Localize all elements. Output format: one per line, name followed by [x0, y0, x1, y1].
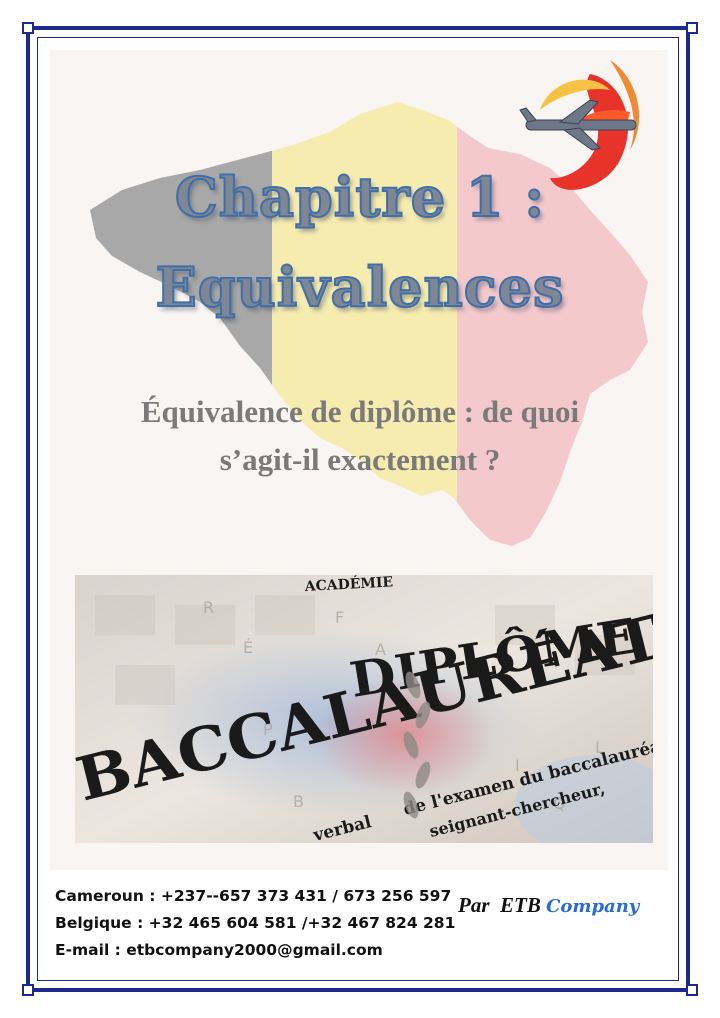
contact-email[interactable]: E-mail : etbcompany2000@gmail.com: [55, 937, 455, 964]
byline-company: Company: [546, 896, 640, 917]
chapter-title-line2: Equivalences: [155, 254, 565, 320]
watermark-letter: B: [293, 792, 304, 811]
watermark-letter: F: [335, 608, 344, 627]
frame-corner-tl: [22, 22, 34, 34]
chapter-title-line1: Chapitre 1 :: [174, 164, 546, 230]
byline-etb: ETB: [500, 893, 541, 917]
frame-corner-bl: [22, 984, 34, 996]
contact-belgique: Belgique : +32 465 604 581 /+32 467 824 …: [55, 914, 456, 932]
frame-corner-br: [686, 984, 698, 996]
contact-cameroun: Cameroun : +237--657 373 431 / 673 256 5…: [55, 887, 452, 905]
chapter-subtitle-line2: s’agit-il exactement ?: [219, 442, 501, 477]
byline-par: Par: [458, 893, 490, 917]
diploma-photo-art: R É P B F A I Q L ACADÉMIE DIPLÔME BACCA…: [75, 575, 653, 843]
watermark-letter: É: [243, 638, 253, 657]
chapter-title: Chapitre 1 : Equivalences: [60, 152, 660, 332]
chapter-subtitle: Équivalence de diplôme : de quoi s’agit-…: [80, 388, 640, 484]
contact-info: Cameroun : +237--657 373 431 / 673 256 5…: [55, 883, 455, 964]
author-byline: Par ETB Company: [458, 893, 639, 918]
frame-corner-tr: [686, 22, 698, 34]
chapter-subtitle-line1: Équivalence de diplôme : de quoi: [140, 394, 580, 429]
watermark-letter: R: [203, 598, 214, 617]
diploma-photo: R É P B F A I Q L ACADÉMIE DIPLÔME BACCA…: [75, 575, 653, 843]
